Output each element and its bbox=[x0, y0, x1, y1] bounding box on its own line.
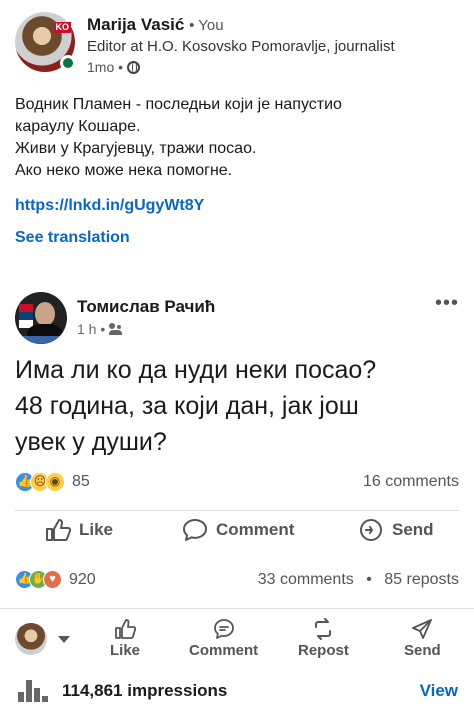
shared-reaction-count: 85 bbox=[72, 473, 90, 490]
like-button[interactable]: Like bbox=[110, 618, 140, 659]
wow-reaction-icon: ◉ bbox=[45, 472, 65, 492]
comment-label: Comment bbox=[189, 642, 259, 659]
comment-button[interactable]: Comment bbox=[189, 618, 258, 659]
shared-post-age: 1 h • bbox=[77, 321, 106, 337]
shared-comments-count[interactable]: 16 comments bbox=[363, 473, 459, 491]
shared-author-avatar[interactable] bbox=[15, 292, 67, 344]
shared-post-header: Томислав Рачић 1 h • bbox=[15, 292, 215, 344]
stats-separator: • bbox=[366, 570, 372, 588]
more-options-button[interactable]: ••• bbox=[435, 293, 459, 313]
online-status-dot bbox=[60, 55, 76, 71]
post-body: Водник Пламен - последњи који је напусти… bbox=[15, 94, 460, 182]
shared-like-button[interactable]: Like bbox=[45, 518, 113, 542]
post-body-line: Живи у Крагујевцу, тражи посао. bbox=[15, 140, 257, 157]
view-analytics-button[interactable]: View bbox=[420, 681, 458, 701]
post-age: 1mo • bbox=[87, 59, 124, 75]
thumbs-up-icon bbox=[46, 519, 71, 541]
shared-post-body: Има ли ко да нуди неки посао? 48 година,… bbox=[15, 352, 460, 460]
shared-comment-label: Comment bbox=[216, 520, 295, 539]
shared-post-meta: 1 h • bbox=[77, 318, 215, 340]
globe-icon bbox=[127, 60, 141, 74]
love-reaction-icon: ♥ bbox=[43, 570, 62, 589]
shared-like-label: Like bbox=[79, 520, 114, 539]
author-line: Marija Vasić • You bbox=[87, 14, 395, 37]
author-name[interactable]: Marija Vasić bbox=[87, 15, 184, 34]
shared-post-card[interactable]: Томислав Рачић 1 h • ••• Има ли ко да ну… bbox=[0, 280, 474, 610]
post-stats-row: 👍 ✋ ♥ 920 33 comments • 85 reposts bbox=[15, 570, 459, 589]
you-label: • You bbox=[189, 17, 224, 34]
shared-action-row: Like Comment Send bbox=[0, 518, 474, 546]
repost-label: Repost bbox=[298, 642, 349, 659]
shared-body-line: Има ли ко да нуди неки посао? bbox=[15, 356, 377, 384]
post-engagement: 33 comments • 85 reposts bbox=[258, 571, 459, 589]
impressions-row: 114,861 impressions View bbox=[18, 680, 458, 702]
comment-icon bbox=[183, 519, 207, 541]
shared-author-info: Томислав Рачић 1 h • bbox=[77, 296, 215, 344]
post-body-line: Водник Пламен - последњи који је напусти… bbox=[15, 96, 342, 113]
divider bbox=[15, 510, 459, 511]
post-reaction-count: 920 bbox=[69, 570, 96, 588]
post-link[interactable]: https://lnkd.in/gUgyWt8Y bbox=[15, 197, 204, 215]
repost-icon bbox=[315, 618, 332, 640]
author-avatar[interactable]: KO bbox=[15, 12, 76, 72]
avatar-desk bbox=[15, 336, 67, 344]
shared-reactions-row: 👍 ☹ ◉ 85 16 comments bbox=[15, 472, 459, 492]
shared-send-label: Send bbox=[392, 520, 434, 539]
post-header: KO Marija Vasić • You Editor at H.O. Kos… bbox=[15, 12, 395, 77]
shared-send-button[interactable]: Send bbox=[358, 518, 434, 542]
author-info: Marija Vasić • You Editor at H.O. Kosovs… bbox=[87, 14, 395, 77]
post-reactions[interactable]: 👍 ✋ ♥ 920 bbox=[15, 570, 96, 589]
shared-body-line: увек у души? bbox=[15, 428, 167, 456]
impressions-info: 114,861 impressions bbox=[18, 680, 227, 702]
send-label: Send bbox=[404, 642, 441, 659]
shared-reactions[interactable]: 👍 ☹ ◉ 85 bbox=[15, 472, 90, 492]
divider bbox=[0, 608, 474, 609]
post-comments-count[interactable]: 33 comments bbox=[258, 571, 354, 588]
send-button[interactable]: Send bbox=[404, 618, 441, 659]
see-translation-button[interactable]: See translation bbox=[15, 229, 130, 247]
repost-button[interactable]: Repost bbox=[298, 618, 349, 659]
post-action-bar: Like Comment Repost Send bbox=[0, 614, 474, 664]
post-meta: 1mo • bbox=[87, 57, 395, 77]
my-avatar[interactable] bbox=[15, 623, 47, 655]
send-icon bbox=[360, 519, 382, 541]
comment-icon bbox=[213, 619, 234, 639]
author-headline: Editor at H.O. Kosovsko Pomoravlje, jour… bbox=[87, 38, 395, 55]
send-icon bbox=[412, 619, 433, 639]
post-body-line: караулу Кошаре. bbox=[15, 118, 141, 135]
avatar-face bbox=[35, 302, 55, 326]
avatar-badge: KO bbox=[53, 22, 71, 33]
people-icon bbox=[109, 323, 123, 335]
post-reposts-count[interactable]: 85 reposts bbox=[384, 571, 459, 588]
post-body-line: Ако неко може нека помогне. bbox=[15, 162, 233, 179]
caret-down-icon[interactable] bbox=[58, 636, 70, 643]
thumbs-up-icon bbox=[115, 619, 136, 639]
bar-chart-icon bbox=[18, 680, 48, 702]
impressions-count: 114,861 impressions bbox=[62, 681, 228, 700]
shared-comment-button[interactable]: Comment bbox=[182, 518, 294, 542]
shared-body-line: 48 година, за који дан, јак још bbox=[15, 392, 359, 420]
flag-icon bbox=[19, 304, 33, 328]
shared-author-name[interactable]: Томислав Рачић bbox=[77, 296, 215, 318]
like-label: Like bbox=[110, 642, 141, 659]
